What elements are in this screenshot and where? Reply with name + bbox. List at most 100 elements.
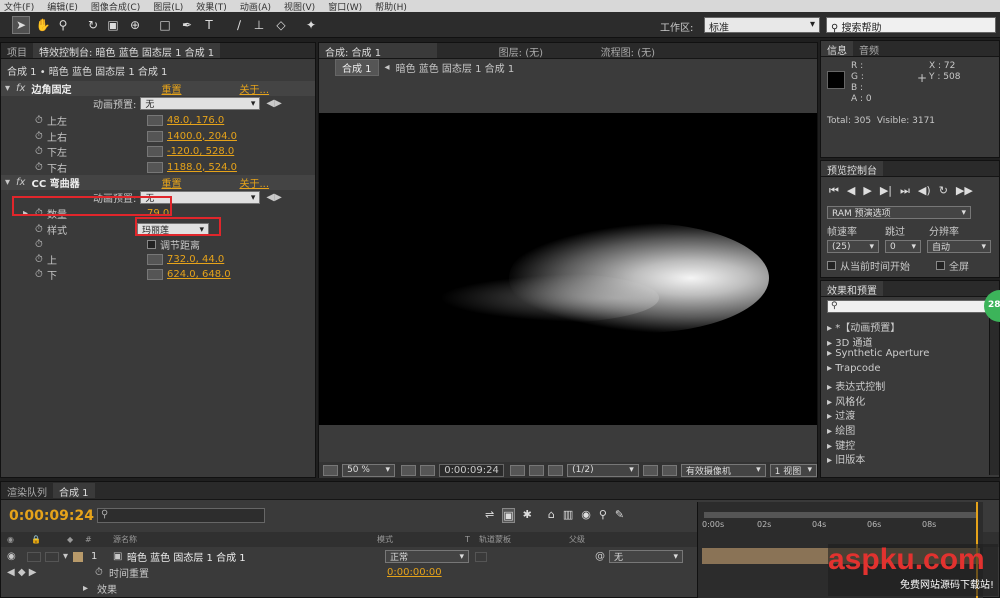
stopwatch-icon[interactable]: ⏱ [35,239,147,250]
pick-whip-icon[interactable]: @ [595,551,605,562]
effects-category-item[interactable]: ▸ 键控 [827,437,855,452]
tab-comp-timeline[interactable]: 合成 1 [53,483,95,499]
stopwatch-icon[interactable]: ⏱ [35,115,47,126]
transparency-grid-icon[interactable] [661,464,677,476]
ram-preview-icon[interactable]: ▶▶ [956,184,973,197]
prev-next-preset-icon[interactable]: ◀▶ [266,98,281,109]
workspace-select[interactable]: 标准 ▾ [704,17,820,34]
stopwatch-icon[interactable]: ⏱ [35,254,47,265]
crosshair-icon[interactable] [147,146,163,157]
prev-next-preset-icon[interactable]: ◀▶ [266,192,281,203]
time-remap-value[interactable]: 0:00:00:00 [387,567,442,578]
expand-triangle-icon[interactable]: ▸ [827,411,835,422]
mode-header[interactable]: 模式 [377,534,465,545]
eye-icon[interactable]: ◉ [7,535,31,544]
effects-category-item[interactable]: ▸ Trapcode [827,363,881,377]
expand-triangle-icon[interactable]: ▸ [827,348,835,359]
effects-category-item[interactable]: ▸ 表达式控制 [827,378,885,393]
selection-tool-icon[interactable]: ➤ [12,16,30,34]
menu-item[interactable]: 图像合成(C) [91,0,140,13]
menu-item[interactable]: 视图(V) [284,0,315,13]
t-header[interactable]: T [465,535,479,544]
draft-3d-icon[interactable]: ✱ [523,508,532,523]
live-update-icon[interactable]: ▣ [502,508,515,523]
expand-triangle-icon[interactable]: ▸ [827,363,835,374]
adjust-checkbox[interactable] [147,240,156,249]
visibility-eye-icon[interactable]: ◉ [7,551,27,562]
text-tool-icon[interactable]: T [200,16,218,34]
zoom-dropdown[interactable]: 50 % ▾ [342,463,396,477]
expand-triangle-icon[interactable]: ▸ [827,382,835,393]
prev-frame-icon[interactable]: ◀ [847,184,855,197]
stopwatch-icon[interactable]: ⏱ [35,162,47,173]
stopwatch-icon[interactable]: ⏱ [35,224,47,235]
effects-category-item[interactable]: ▸ 绘图 [827,422,855,437]
label-color-swatch[interactable] [73,551,83,562]
effect-corner-pin-header[interactable]: ▾ fx 边角固定 重置 关于... [1,81,315,96]
tab-render-queue[interactable]: 渲染队列 [1,483,53,499]
tab-flowchart[interactable]: 流程图: (无) [549,43,661,59]
expand-triangle-icon[interactable]: ▸ [827,441,835,452]
mask-toggle-icon[interactable] [420,464,436,476]
frame-rate-dropdown[interactable]: (25) ▾ [827,240,879,253]
expand-triangle-icon[interactable]: ▸ [83,583,97,594]
disclosure-triangle-icon[interactable]: ▾ [5,83,10,94]
crosshair-icon[interactable] [147,269,163,280]
hand-tool-icon[interactable]: ✋ [34,16,52,34]
stopwatch-icon[interactable]: ⏱ [95,567,109,578]
about-link[interactable]: 关于... [239,81,269,96]
disclosure-triangle-icon[interactable]: ▾ [5,177,10,188]
parent-header[interactable]: 父级 [569,534,585,545]
blend-mode-dropdown[interactable]: 正常 ▾ [385,550,469,563]
current-time-display[interactable]: 0:00:09:24 [439,463,504,477]
menu-item[interactable]: 图层(L) [153,0,183,13]
viewer-canvas[interactable] [319,113,817,425]
graph-editor-icon[interactable]: ⚲ [599,508,607,523]
mute-icon[interactable]: ◀) [918,184,931,197]
effects-category-item[interactable]: ▸ 旧版本 [827,451,865,466]
menu-item[interactable]: 窗口(W) [328,0,362,13]
effect-cc-bender-header[interactable]: ▾ fx CC 弯曲器 重置 关于... [1,175,315,190]
effects-category-item[interactable]: ▸ 风格化 [827,393,865,408]
lock-icon[interactable]: 🔒 [31,535,41,544]
expand-triangle-icon[interactable]: ▸ [827,426,835,437]
solo-toggle[interactable] [45,551,59,562]
rotate-tool-icon[interactable]: ↻ [84,16,102,34]
comp-button[interactable]: 合成 1 [335,59,379,76]
effects-category-item[interactable]: ▸ Synthetic Aperture [827,348,929,362]
brainstorm-icon[interactable]: ✎ [615,508,624,523]
expand-triangle-icon[interactable]: ▸ [827,455,835,466]
tab-layer[interactable]: 图层: (无) [437,43,549,59]
layer-name[interactable]: 暗色 蓝色 固态层 1 合成 1 [127,549,377,564]
region-of-interest-icon[interactable] [642,464,658,476]
menu-item[interactable]: 帮助(H) [375,0,407,13]
safe-area-icon[interactable] [401,464,417,476]
stopwatch-icon[interactable]: ⏱ [35,269,47,280]
bottom-value[interactable]: 624.0, 648.0 [167,269,231,280]
tab-project[interactable]: 项目 [1,43,33,59]
crosshair-icon[interactable] [147,254,163,265]
reset-link[interactable]: 重置 [161,81,239,96]
tab-audio[interactable]: 音频 [853,41,885,57]
tab-preview[interactable]: 预览控制台 [821,161,883,177]
eraser-tool-icon[interactable]: ◇ [272,16,290,34]
frame-blending-icon[interactable]: ▥ [563,508,573,523]
comp-mini-flowchart-icon[interactable]: ⇌ [485,508,494,523]
effects-category-item[interactable]: ▸ 3D 通道 [827,334,872,349]
camera-dropdown[interactable]: 有效摄像机 ▾ [680,463,766,477]
pen-tool-icon[interactable]: ✒ [178,16,196,34]
puppet-tool-icon[interactable]: ✦ [302,16,320,34]
show-snapshot-icon[interactable] [528,464,545,476]
pan-behind-tool-icon[interactable]: ⊕ [126,16,144,34]
last-frame-icon[interactable]: ⏭ [900,184,910,198]
keyframe-nav-icon[interactable]: ◀ ◆ ▶ [7,567,95,578]
stopwatch-icon[interactable]: ⏱ [35,131,47,142]
tab-effects-presets[interactable]: 效果和预置 [821,281,883,297]
expand-triangle-icon[interactable]: ▸ [827,323,835,334]
zoom-tool-icon[interactable]: ⚲ [54,16,72,34]
camera-tool-icon[interactable]: ▣ [104,16,122,34]
clone-stamp-tool-icon[interactable]: ⊥ [250,16,268,34]
tab-composition[interactable]: 合成: 合成 1 [319,43,437,59]
param-value[interactable]: 1400.0, 204.0 [167,131,237,142]
source-name-header[interactable]: 源名称 [113,534,377,545]
